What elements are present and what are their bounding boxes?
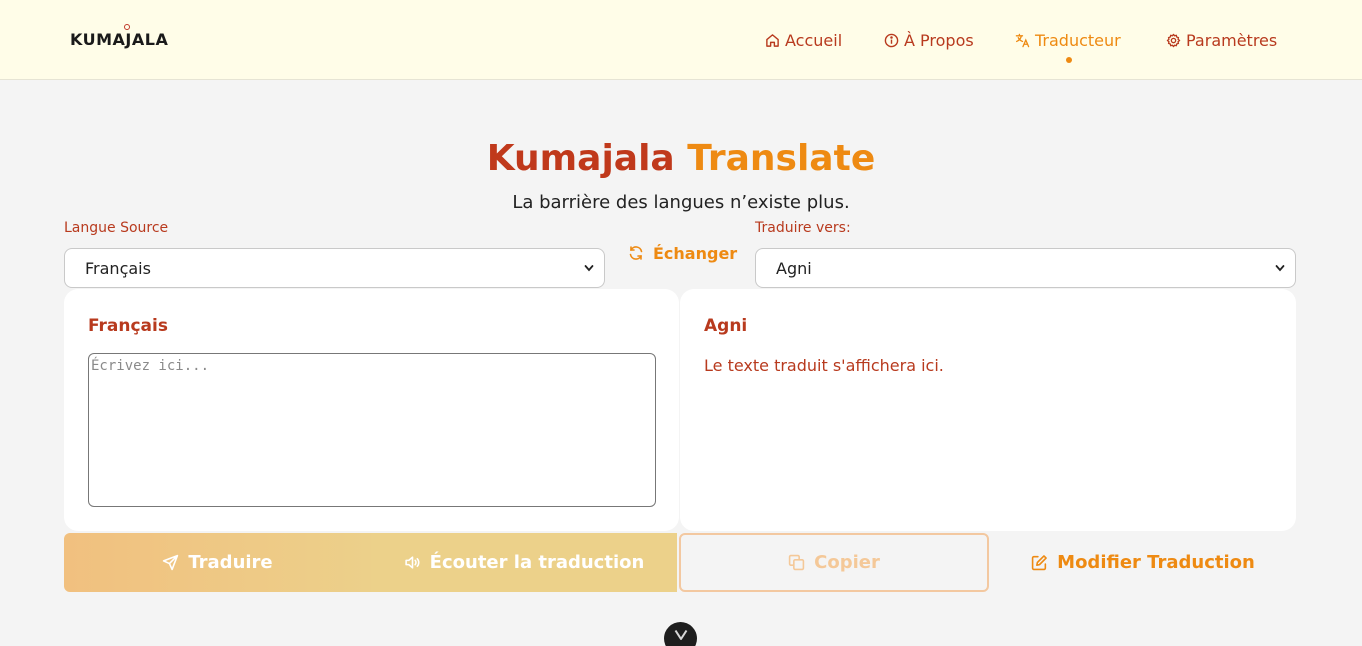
nav-traducteur[interactable]: Traducteur bbox=[1015, 29, 1121, 51]
scroll-down-button[interactable] bbox=[664, 622, 697, 646]
speaker-icon bbox=[405, 556, 420, 569]
nav-accueil[interactable]: Accueil bbox=[765, 29, 842, 51]
source-text-placeholder: Écrivez ici... bbox=[91, 358, 210, 374]
target-card: Agni Le texte traduit s'affichera ici. bbox=[680, 289, 1296, 531]
source-card-title: Français bbox=[88, 316, 168, 336]
nav-traducteur-label: Traducteur bbox=[1035, 30, 1121, 50]
source-language-select[interactable]: Français bbox=[64, 248, 605, 288]
title-part-2: Translate bbox=[687, 138, 876, 179]
source-card: Français Écrivez ici... bbox=[64, 289, 679, 531]
translate-button[interactable]: Traduire bbox=[64, 533, 371, 592]
gear-icon bbox=[1166, 33, 1181, 47]
source-text-input[interactable]: Écrivez ici... bbox=[88, 353, 656, 507]
copy-button-label: Copier bbox=[814, 552, 880, 573]
copy-button[interactable]: Copier bbox=[679, 533, 989, 592]
translate-icon bbox=[1015, 33, 1030, 47]
listen-button-label: Écouter la traduction bbox=[429, 552, 645, 573]
target-language-value: Agni bbox=[776, 258, 812, 278]
send-icon bbox=[163, 554, 179, 571]
nav-a-propos-label: À Propos bbox=[904, 30, 974, 50]
translate-button-label: Traduire bbox=[188, 552, 273, 573]
page-title: Kumajala Translate bbox=[0, 138, 1362, 179]
nav-a-propos[interactable]: À Propos bbox=[884, 29, 974, 51]
edit-icon bbox=[1031, 555, 1048, 571]
swap-button[interactable]: Échanger bbox=[628, 242, 737, 264]
nav-parametres-label: Paramètres bbox=[1186, 30, 1278, 50]
swap-icon bbox=[629, 246, 643, 260]
source-language-label: Langue Source bbox=[64, 220, 169, 236]
page-subtitle: La barrière des langues n’existe plus. bbox=[512, 192, 850, 213]
nav-accueil-label: Accueil bbox=[785, 30, 843, 50]
copy-icon bbox=[788, 554, 805, 571]
translation-output: Le texte traduit s'affichera ici. bbox=[704, 356, 944, 375]
source-language-value: Français bbox=[85, 258, 151, 278]
title-part-1: Kumajala bbox=[486, 138, 675, 179]
target-language-label: Traduire vers: bbox=[755, 220, 851, 236]
top-navbar: KUMAJALA Accueil À Propos Traducteur Par… bbox=[0, 0, 1362, 80]
active-indicator bbox=[1066, 57, 1072, 63]
info-icon bbox=[884, 33, 899, 47]
chevron-down-icon bbox=[584, 265, 594, 272]
logo-text: KUMAJALA bbox=[70, 30, 169, 49]
target-card-title: Agni bbox=[704, 316, 748, 336]
chevron-down-icon bbox=[674, 629, 687, 640]
edit-button-label: Modifier Traduction bbox=[1057, 552, 1255, 573]
chevron-down-icon bbox=[1275, 265, 1285, 272]
target-language-select[interactable]: Agni bbox=[755, 248, 1296, 288]
swap-label: Échanger bbox=[653, 243, 738, 263]
edit-translation-button[interactable]: Modifier Traduction bbox=[990, 533, 1296, 592]
logo-accent-icon bbox=[124, 24, 130, 30]
logo[interactable]: KUMAJALA bbox=[70, 24, 169, 49]
nav-parametres[interactable]: Paramètres bbox=[1166, 29, 1277, 51]
home-icon bbox=[766, 33, 779, 47]
listen-button[interactable]: Écouter la traduction bbox=[371, 533, 677, 592]
